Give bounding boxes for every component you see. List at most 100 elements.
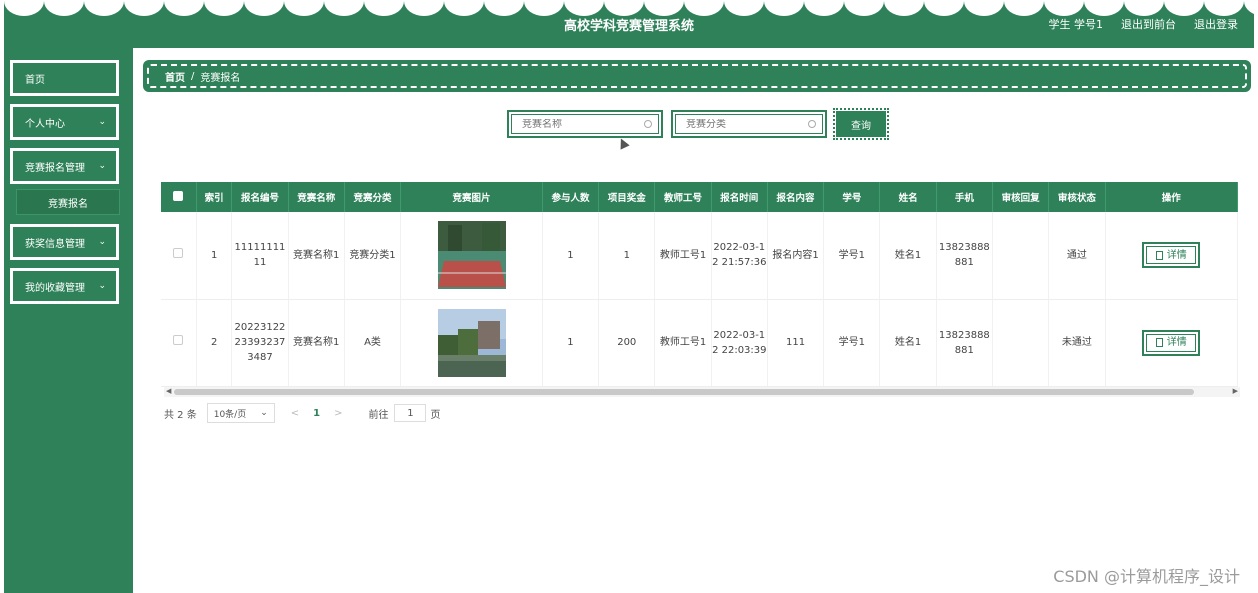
cell-student-no: 学号1 xyxy=(823,212,881,300)
column-header: 竞赛图片 xyxy=(400,182,543,212)
column-header: 手机 xyxy=(936,182,993,212)
cell-category: A类 xyxy=(344,299,402,387)
detail-button[interactable]: 详情 xyxy=(1142,329,1201,356)
goto-page-input[interactable]: 1 xyxy=(394,404,427,422)
cell-comp-name: 竞赛名称1 xyxy=(288,212,345,300)
cell-comp-name: 竞赛名称1 xyxy=(288,299,345,387)
competition-image-court[interactable] xyxy=(437,221,506,290)
row-checkbox[interactable] xyxy=(173,247,184,258)
sidebar-item-personal-center[interactable]: 个人中心 ⌄ xyxy=(10,104,119,140)
column-header: 竞赛分类 xyxy=(344,182,402,212)
column-header: 参与人数 xyxy=(542,182,600,212)
current-user-label: 学生 学号1 xyxy=(1048,18,1104,31)
detail-button-label: 详情 xyxy=(1166,249,1187,261)
table-row: 2 20223122233932373487 竞赛名称1 A类 1 200 教师… xyxy=(161,299,1238,387)
breadcrumb-current: 竞赛报名 xyxy=(200,72,241,84)
chevron-down-icon: ⌄ xyxy=(98,281,106,291)
scroll-left-icon[interactable]: ◀ xyxy=(166,387,171,395)
select-all-header[interactable] xyxy=(161,182,197,212)
cell-content: 报名内容1 xyxy=(767,212,825,300)
sidebar-item-label: 首页 xyxy=(25,74,45,86)
cell-reply xyxy=(992,299,1050,387)
app-frame: 高校学科竞赛管理系统 学生 学号1 退出到前台 退出登录 首页 个人中心 ⌄ 竞… xyxy=(4,0,1254,593)
select-all-checkbox[interactable] xyxy=(173,190,184,201)
column-header: 教师工号 xyxy=(654,182,712,212)
column-header: 姓名 xyxy=(879,182,937,212)
cell-bonus: 1 xyxy=(598,212,656,300)
column-header: 索引 xyxy=(196,182,233,212)
sidebar-item-home[interactable]: 首页 xyxy=(10,60,119,96)
prev-page-button[interactable]: < xyxy=(291,408,299,419)
chevron-down-icon: ⌄ xyxy=(98,237,106,247)
scrollbar-thumb[interactable] xyxy=(174,389,1194,395)
sidebar-item-registration-management[interactable]: 竞赛报名管理 ⌄ xyxy=(10,148,119,184)
breadcrumb: 首页 / 竞赛报名 xyxy=(143,60,1251,92)
cell-name: 姓名1 xyxy=(879,299,937,387)
chevron-down-icon: ⌄ xyxy=(98,117,106,127)
query-button[interactable]: 查询 xyxy=(833,108,889,140)
column-header: 项目奖金 xyxy=(598,182,656,212)
competition-category-input[interactable] xyxy=(686,118,796,130)
next-page-button[interactable]: > xyxy=(334,408,342,419)
document-icon xyxy=(1155,250,1163,260)
column-header: 竞赛名称 xyxy=(288,182,345,212)
competition-image-building[interactable] xyxy=(437,308,506,377)
document-icon xyxy=(1155,338,1163,347)
cell-phone: 13823888881 xyxy=(936,299,993,387)
scroll-right-icon[interactable]: ▶ xyxy=(1233,387,1238,395)
cell-image xyxy=(400,299,543,387)
header-actions: 学生 学号1 退出到前台 退出登录 xyxy=(1049,16,1239,32)
page-size-select[interactable]: 10条/页 ⌄ xyxy=(206,403,275,423)
cell-status: 未通过 xyxy=(1048,299,1106,387)
registration-table: 索引 报名编号 竞赛名称 竞赛分类 竞赛图片 参与人数 项目奖金 教师工号 报名… xyxy=(161,182,1238,388)
cell-participants: 1 xyxy=(542,212,600,300)
breadcrumb-inner: 首页 / 竞赛报名 xyxy=(147,64,1247,88)
competition-name-input[interactable] xyxy=(522,118,632,130)
breadcrumb-home[interactable]: 首页 xyxy=(165,69,185,84)
column-header: 操作 xyxy=(1105,182,1238,212)
cell-action: 详情 xyxy=(1105,299,1238,387)
search-icon xyxy=(644,120,652,128)
row-checkbox[interactable] xyxy=(173,335,184,345)
row-select-cell[interactable] xyxy=(161,212,197,300)
cell-name: 姓名1 xyxy=(879,212,937,300)
chevron-up-icon: ⌄ xyxy=(98,161,106,171)
top-header: 高校学科竞赛管理系统 学生 学号1 退出到前台 退出登录 xyxy=(4,0,1254,48)
total-count: 共 2 条 xyxy=(164,409,197,421)
detail-button[interactable]: 详情 xyxy=(1142,242,1201,269)
chevron-down-icon: ⌄ xyxy=(260,408,268,418)
column-header: 审核回复 xyxy=(992,182,1050,212)
column-header: 审核状态 xyxy=(1048,182,1106,212)
cell-teacher-no: 教师工号1 xyxy=(654,299,712,387)
sidebar-item-label: 获奖信息管理 xyxy=(25,238,85,250)
cell-reg-time: 2022-03-12 22:03:39 xyxy=(711,299,768,387)
watermark: CSDN @计算机程序_设计 xyxy=(1053,567,1240,586)
sidebar-item-label: 我的收藏管理 xyxy=(25,282,85,294)
sidebar-item-favorites-management[interactable]: 我的收藏管理 ⌄ xyxy=(10,268,119,304)
cell-index: 1 xyxy=(196,212,233,300)
table-header-row: 索引 报名编号 竞赛名称 竞赛分类 竞赛图片 参与人数 项目奖金 教师工号 报名… xyxy=(161,182,1238,212)
cell-phone: 13823888881 xyxy=(936,212,993,300)
search-icon xyxy=(808,120,816,128)
cell-status: 通过 xyxy=(1048,212,1106,300)
sidebar-item-label: 个人中心 xyxy=(25,118,65,130)
cell-content: 111 xyxy=(767,299,825,387)
page-size-value: 10条/页 xyxy=(213,409,247,420)
cell-category: 竞赛分类1 xyxy=(344,212,402,300)
mouse-cursor-icon xyxy=(616,136,630,150)
table-row: 1 1111111111 竞赛名称1 竞赛分类1 1 1 教师工号1 2022-… xyxy=(161,212,1238,300)
column-header: 报名时间 xyxy=(711,182,768,212)
row-select-cell[interactable] xyxy=(161,299,197,387)
pagination: 共 2 条 10条/页 ⌄ < 1 > 前往 1 页 xyxy=(164,403,440,423)
column-header: 报名编号 xyxy=(231,182,289,212)
competition-category-search-inner xyxy=(675,114,823,134)
back-to-front-link[interactable]: 退出到前台 xyxy=(1121,16,1176,32)
sidebar-item-award-management[interactable]: 获奖信息管理 ⌄ xyxy=(10,224,119,260)
sidebar-subitem-registration[interactable]: 竞赛报名 xyxy=(16,189,120,215)
column-header: 学号 xyxy=(823,182,881,212)
logout-link[interactable]: 退出登录 xyxy=(1194,16,1238,32)
header-scallop-decoration xyxy=(4,0,1254,16)
page-word: 页 xyxy=(430,409,441,421)
horizontal-scrollbar[interactable]: ◀ ▶ xyxy=(164,387,1240,397)
page-number-current[interactable]: 1 xyxy=(313,408,320,419)
